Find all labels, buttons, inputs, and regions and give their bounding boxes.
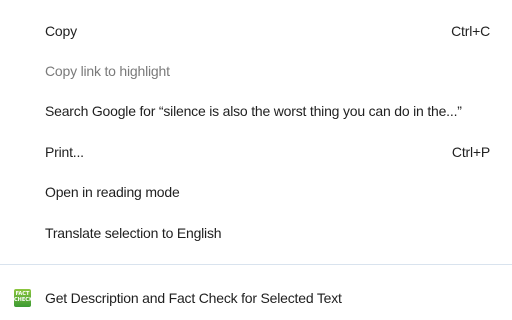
context-menu: Copy Ctrl+C Copy link to highlight Searc… [0, 0, 512, 320]
menu-item-label: Print... [45, 144, 84, 160]
menu-item-print[interactable]: Print... Ctrl+P [0, 132, 512, 172]
menu-item-label: Translate selection to English [45, 225, 222, 241]
fact-check-icon-text: CHECK [14, 297, 31, 303]
menu-item-label: Open in reading mode [45, 184, 180, 200]
menu-item-label: Copy link to highlight [45, 63, 170, 79]
menu-item-copy-link-to-highlight: Copy link to highlight [0, 51, 512, 91]
menu-item-open-in-reading-mode[interactable]: Open in reading mode [0, 172, 512, 212]
menu-item-shortcut: Ctrl+P [451, 144, 490, 160]
menu-item-copy[interactable]: Copy Ctrl+C [0, 11, 512, 51]
menu-item-search-google[interactable]: Search Google for “silence is also the w… [0, 91, 512, 131]
menu-item-label: Search Google for “silence is also the w… [45, 103, 462, 119]
menu-divider [0, 264, 512, 265]
menu-item-fact-check-extension[interactable]: FACT CHECK Get Description and Fact Chec… [0, 278, 512, 318]
fact-check-icon: FACT CHECK [14, 289, 31, 307]
menu-item-translate-selection[interactable]: Translate selection to English [0, 213, 512, 253]
menu-item-label: Copy [45, 23, 77, 39]
menu-item-label: Get Description and Fact Check for Selec… [45, 290, 342, 306]
menu-item-shortcut: Ctrl+C [451, 23, 490, 39]
